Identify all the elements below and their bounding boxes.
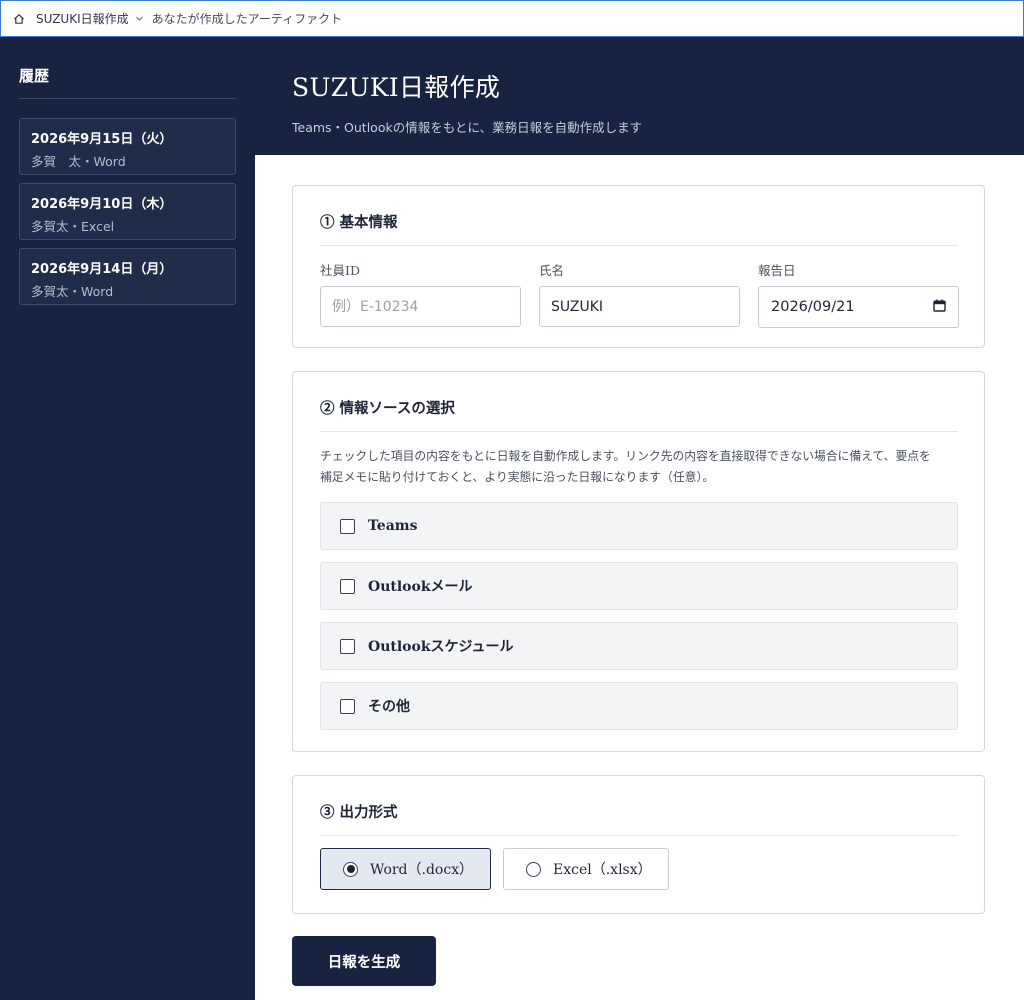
history-item[interactable]: 2026年9月14日（月） 多賀太・Word <box>19 248 236 305</box>
sources-desc-line: チェックした項目の内容をもとに日報を自動作成します。リンク先の内容を直接取得でき… <box>320 449 931 463</box>
report-date-group: 報告日 2026/09/21 <box>758 260 959 328</box>
basic-info-title: ① 基本情報 <box>320 211 958 246</box>
history-item-sub: 多賀太・Excel <box>31 219 115 234</box>
checkbox[interactable] <box>340 638 355 654</box>
main-content: ① 基本情報 社員ID 氏名 報告日 2026/09/21 ② 情報ソースの選択… <box>255 155 1024 1000</box>
sources-desc-line: 補足メモに貼り付けておくと、より実態に沿った日報になります（任意）。 <box>320 470 715 484</box>
source-option-label: Outlookスケジュール <box>368 639 514 655</box>
page-subtitle: Teams・Outlookの情報をもとに、業務日報を自動作成します <box>292 120 643 135</box>
source-option-other[interactable]: その他 <box>320 682 958 730</box>
home-icon[interactable] <box>11 11 27 27</box>
source-option-outlook-mail[interactable]: Outlookメール <box>320 562 958 610</box>
history-item-sub: 多賀太・Word <box>31 284 114 299</box>
breadcrumb-title[interactable]: SUZUKI日報作成 <box>36 10 129 27</box>
basic-info-card: ① 基本情報 社員ID 氏名 報告日 2026/09/21 <box>292 185 985 348</box>
history-sidebar: 履歴 2026年9月15日（火） 多賀 太・Word 2026年9月10日（木）… <box>0 37 255 1000</box>
breadcrumb-subtitle: あなたが作成したアーティファクト <box>151 12 343 26</box>
source-option-label: その他 <box>368 699 410 715</box>
report-date-value: 2026/09/21 <box>771 299 855 315</box>
sources-description: チェックした項目の内容をもとに日報を自動作成します。リンク先の内容を直接取得でき… <box>320 446 965 488</box>
source-option-teams[interactable]: Teams <box>320 502 958 550</box>
radio-button[interactable] <box>343 861 358 877</box>
breadcrumb-bar: SUZUKI日報作成 あなたが作成したアーティファクト <box>0 0 1024 37</box>
name-label: 氏名 <box>539 263 565 278</box>
output-format-card: ③ 出力形式 Word（.docx） Excel（.xlsx） <box>292 775 985 914</box>
name-group: 氏名 <box>539 260 740 327</box>
source-option-label: Outlookメール <box>368 579 473 595</box>
sources-card: ② 情報ソースの選択 チェックした項目の内容をもとに日報を自動作成します。リンク… <box>292 371 985 752</box>
history-item-date: 2026年9月14日（月） <box>31 262 173 277</box>
chevron-down-icon[interactable] <box>135 14 144 23</box>
checkbox[interactable] <box>340 518 355 534</box>
report-date-label: 報告日 <box>758 263 796 278</box>
generate-button[interactable]: 日報を生成 <box>292 936 436 986</box>
output-option-excel[interactable]: Excel（.xlsx） <box>503 848 669 890</box>
output-option-label: Excel（.xlsx） <box>553 862 652 878</box>
sources-title: ② 情報ソースの選択 <box>320 397 958 432</box>
page-header: SUZUKI日報作成 Teams・Outlookの情報をもとに、業務日報を自動作… <box>255 37 1024 155</box>
history-item-date: 2026年9月15日（火） <box>31 132 173 147</box>
history-item[interactable]: 2026年9月10日（木） 多賀太・Excel <box>19 183 236 240</box>
radio-button[interactable] <box>526 861 541 877</box>
employee-id-input[interactable] <box>320 286 521 327</box>
history-item[interactable]: 2026年9月15日（火） 多賀 太・Word <box>19 118 236 175</box>
history-item-date: 2026年9月10日（木） <box>31 197 173 212</box>
output-option-label: Word（.docx） <box>370 862 474 878</box>
checkbox[interactable] <box>340 578 355 594</box>
employee-id-label: 社員ID <box>320 263 360 278</box>
history-item-sub: 多賀 太・Word <box>31 154 126 169</box>
employee-id-group: 社員ID <box>320 260 521 327</box>
source-option-outlook-schedule[interactable]: Outlookスケジュール <box>320 622 958 670</box>
output-format-title: ③ 出力形式 <box>320 801 958 836</box>
output-option-word[interactable]: Word（.docx） <box>320 848 491 890</box>
calendar-icon[interactable] <box>933 299 946 316</box>
source-option-label: Teams <box>368 518 418 534</box>
history-heading: 履歴 <box>19 65 236 99</box>
name-input[interactable] <box>539 286 740 327</box>
report-date-input[interactable]: 2026/09/21 <box>758 286 959 328</box>
page-title: SUZUKI日報作成 <box>292 73 501 102</box>
checkbox[interactable] <box>340 698 355 714</box>
